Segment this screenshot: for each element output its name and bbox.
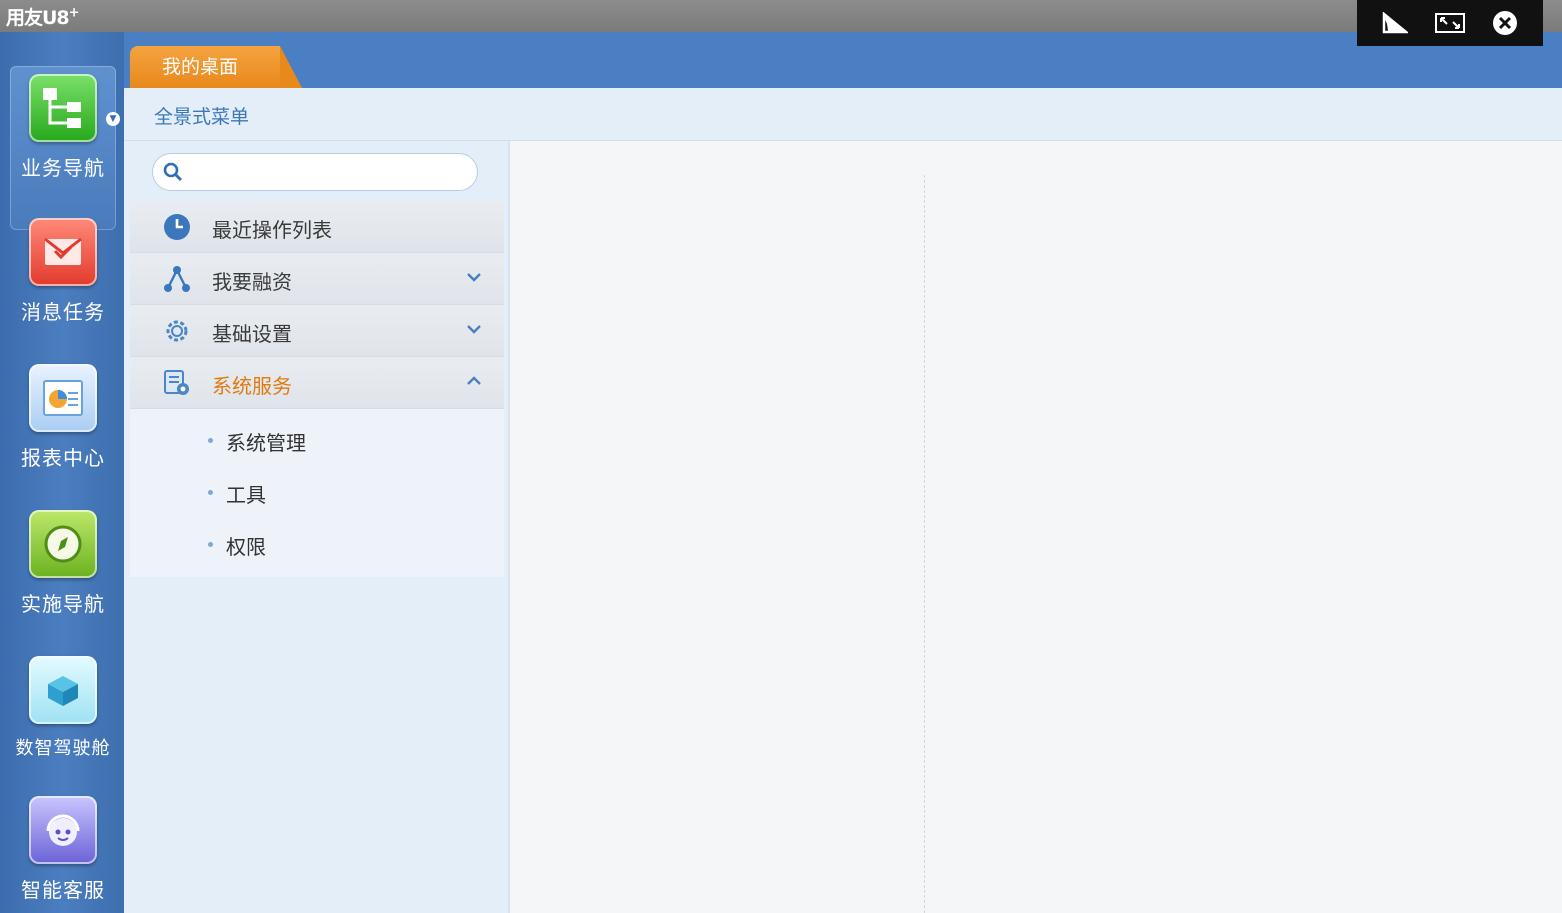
compass-icon bbox=[29, 510, 97, 578]
search-icon bbox=[163, 162, 182, 181]
system-service-icon bbox=[164, 370, 189, 395]
report-center-icon bbox=[29, 364, 97, 432]
column-divider bbox=[924, 175, 925, 913]
chevron-down-icon[interactable]: ▼ bbox=[106, 112, 120, 126]
search-input[interactable] bbox=[191, 160, 465, 186]
title-bar: 用友U8+ bbox=[0, 0, 1562, 32]
rail-label: 业务导航 bbox=[21, 156, 105, 180]
close-icon[interactable] bbox=[1487, 5, 1523, 41]
bullet-icon bbox=[208, 542, 213, 547]
send-icon[interactable] bbox=[1377, 5, 1413, 41]
rail-label: 智能客服 bbox=[21, 878, 105, 902]
rail-item-message-task[interactable]: 消息任务 bbox=[10, 218, 116, 325]
chevron-up-icon[interactable] bbox=[466, 371, 482, 390]
menu-item-label: 最近操作列表 bbox=[212, 218, 332, 242]
menu-item-financing[interactable]: 我要融资 bbox=[130, 253, 504, 305]
bullet-icon bbox=[208, 490, 213, 495]
cockpit-icon bbox=[29, 656, 97, 724]
submenu-item-label: 系统管理 bbox=[226, 431, 306, 455]
tab-my-desktop[interactable]: 我的桌面 bbox=[130, 46, 302, 88]
network-icon bbox=[164, 266, 190, 292]
submenu-item-system-management[interactable]: 系统管理 bbox=[130, 415, 504, 467]
menu-header: 全景式菜单 bbox=[124, 88, 1562, 141]
submenu-item-permissions[interactable]: 权限 bbox=[130, 519, 504, 571]
rail-label: 实施导航 bbox=[21, 592, 105, 616]
search-box[interactable] bbox=[152, 153, 478, 191]
menu-item-label: 系统服务 bbox=[212, 374, 292, 398]
clock-icon bbox=[164, 214, 190, 240]
left-nav-rail: ▼ 业务导航 消息任务 报表中心 实施导航 数智驾驶舱 智能客服 bbox=[0, 32, 124, 913]
rail-item-customer-service[interactable]: 智能客服 bbox=[10, 796, 116, 903]
rail-label: 报表中心 bbox=[21, 446, 105, 470]
menu-item-basic-settings[interactable]: 基础设置 bbox=[130, 305, 504, 357]
chevron-down-icon[interactable] bbox=[466, 319, 482, 338]
menu-item-recent-operations[interactable]: 最近操作列表 bbox=[130, 201, 504, 253]
submenu-item-tools[interactable]: 工具 bbox=[130, 467, 504, 519]
rail-item-implementation-nav[interactable]: 实施导航 bbox=[10, 510, 116, 617]
submenu-item-label: 工具 bbox=[226, 483, 266, 507]
menu-item-label: 我要融资 bbox=[212, 270, 292, 294]
customer-service-icon bbox=[29, 796, 97, 864]
rail-label: 数智驾驶舱 bbox=[15, 738, 111, 759]
tab-bar: 我的桌面 bbox=[124, 32, 1562, 88]
rail-item-cockpit[interactable]: 数智驾驶舱 bbox=[10, 656, 116, 760]
rail-item-business-nav[interactable]: ▼ 业务导航 bbox=[10, 66, 120, 230]
menu-panel: 最近操作列表 我要融资 基础设置 系统服务 系统管理 工具 权限 bbox=[124, 141, 510, 913]
system-service-submenu: 系统管理 工具 权限 bbox=[130, 409, 504, 577]
app-title: 用友U8+ bbox=[6, 5, 80, 29]
chevron-down-icon[interactable] bbox=[466, 267, 482, 286]
menu-item-label: 基础设置 bbox=[212, 322, 292, 346]
window-controls bbox=[1357, 0, 1543, 46]
gear-icon bbox=[166, 320, 188, 342]
restore-icon[interactable] bbox=[1432, 5, 1468, 41]
submenu-item-label: 权限 bbox=[226, 535, 266, 559]
rail-label: 消息任务 bbox=[21, 300, 105, 324]
panoramic-menu-title: 全景式菜单 bbox=[154, 106, 250, 128]
bullet-icon bbox=[208, 438, 213, 443]
workspace-area bbox=[510, 141, 1562, 913]
menu-list: 最近操作列表 我要融资 基础设置 系统服务 系统管理 工具 权限 bbox=[130, 201, 504, 577]
rail-item-report-center[interactable]: 报表中心 bbox=[10, 364, 116, 471]
message-task-icon bbox=[29, 218, 97, 286]
business-nav-icon bbox=[29, 74, 97, 142]
menu-item-system-service[interactable]: 系统服务 bbox=[130, 357, 504, 409]
